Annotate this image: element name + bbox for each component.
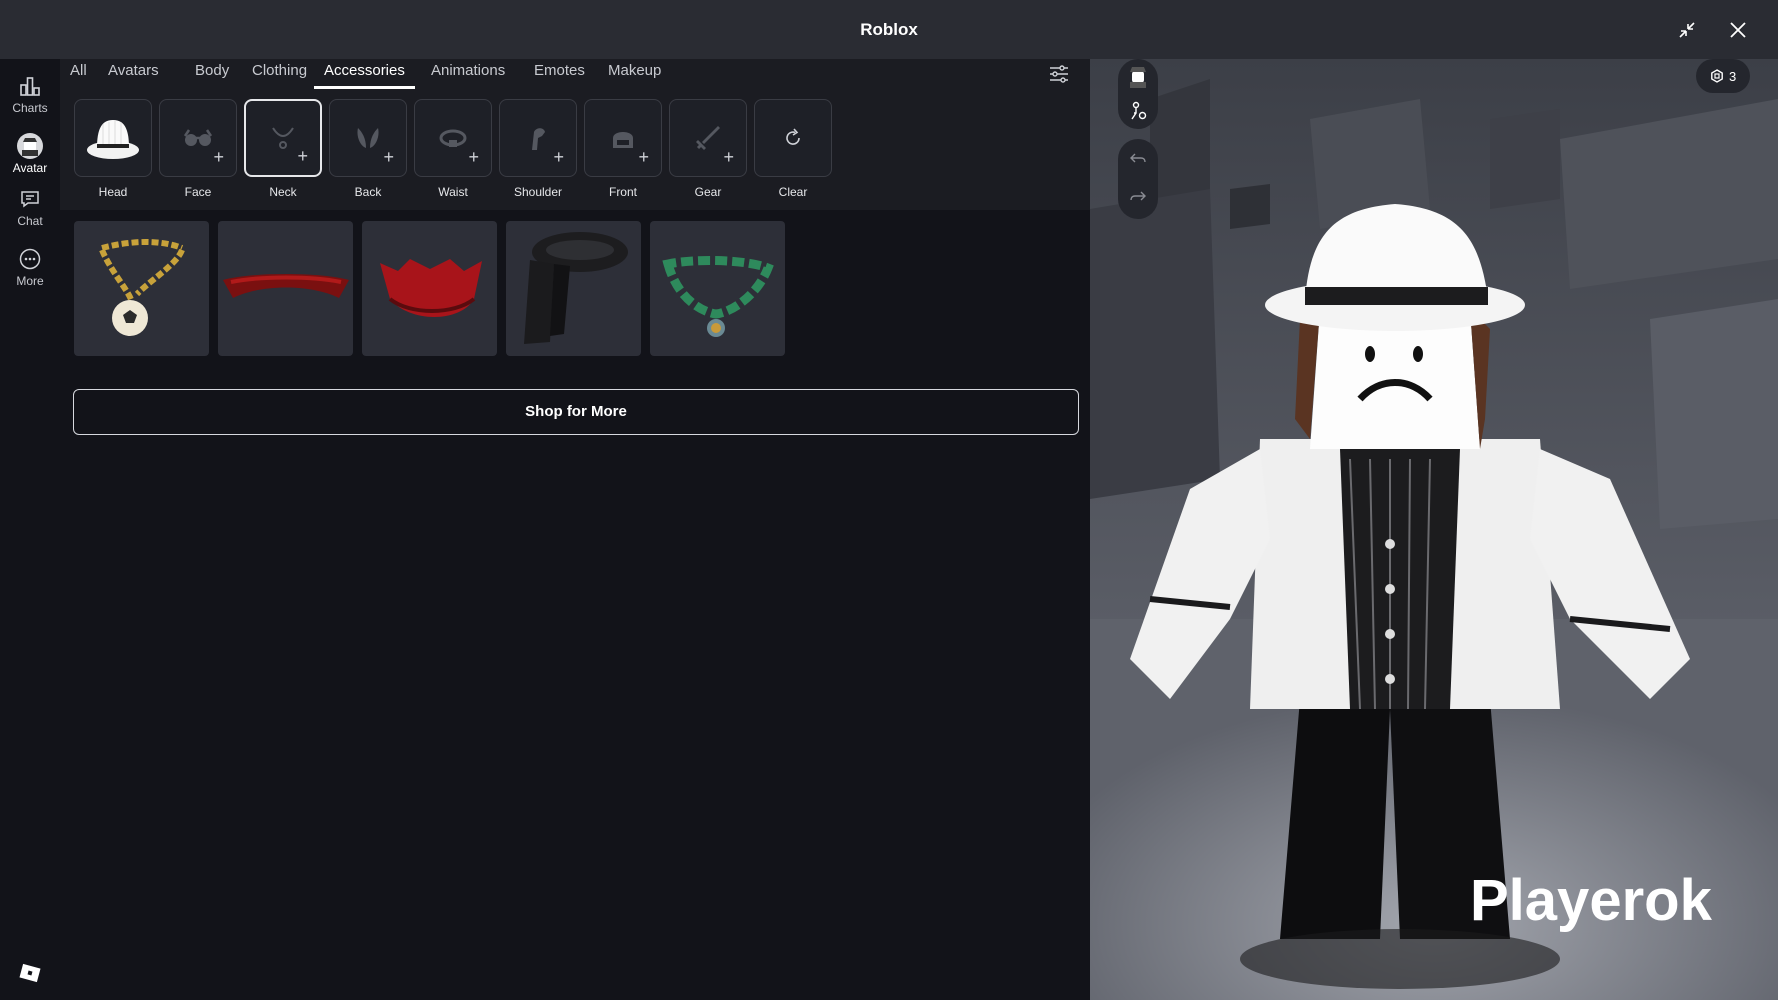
roblox-logo-icon[interactable] bbox=[19, 962, 41, 984]
left-rail: Charts Avatar Chat More bbox=[0, 59, 60, 1000]
item-green-bead-necklace[interactable] bbox=[650, 221, 785, 356]
red-spiked-collar-icon bbox=[379, 258, 482, 317]
slot-head[interactable]: Head bbox=[74, 99, 152, 199]
tab-clothing[interactable]: Clothing bbox=[242, 59, 317, 89]
slot-gear[interactable]: + Gear bbox=[669, 99, 747, 199]
slot-clear[interactable]: Clear bbox=[754, 99, 832, 199]
window-title: Roblox bbox=[860, 20, 918, 39]
robux-count: 3 bbox=[1729, 68, 1737, 84]
avatar-preview-button[interactable] bbox=[1124, 62, 1152, 90]
refresh-icon bbox=[786, 128, 800, 145]
tab-accessories[interactable]: Accessories bbox=[314, 59, 415, 89]
title-bar: Roblox bbox=[0, 0, 1778, 59]
robux-balance[interactable]: 3 bbox=[1696, 59, 1751, 93]
shop-for-more-button[interactable]: Shop for More bbox=[73, 389, 1079, 435]
accessory-slots: Head + Face + Neck + Back + Waist + Shou… bbox=[60, 89, 1090, 210]
slot-label: Clear bbox=[778, 185, 808, 199]
plus-icon: + bbox=[297, 146, 308, 166]
rail-item-chat[interactable]: Chat bbox=[0, 180, 60, 236]
rail-item-label: More bbox=[16, 274, 44, 288]
rail-item-label: Charts bbox=[12, 101, 48, 115]
redo-icon bbox=[1130, 191, 1146, 201]
undo-icon bbox=[1130, 153, 1146, 163]
slot-waist[interactable]: + Waist bbox=[414, 99, 492, 199]
slot-neck[interactable]: + Neck bbox=[244, 99, 322, 199]
plus-icon: + bbox=[468, 147, 479, 167]
slot-label: Front bbox=[608, 185, 637, 199]
item-black-scarf[interactable] bbox=[506, 221, 641, 356]
belt-icon bbox=[439, 129, 467, 147]
chat-icon bbox=[17, 186, 43, 212]
player-name: Playerok bbox=[1470, 868, 1712, 933]
plus-icon: + bbox=[553, 147, 564, 167]
bag-icon bbox=[613, 132, 633, 148]
plus-icon: + bbox=[383, 147, 394, 167]
editor-panel: All Avatars Body Clothing Accessories An… bbox=[60, 59, 1090, 1000]
plus-icon: + bbox=[723, 147, 734, 167]
tab-emotes[interactable]: Emotes bbox=[524, 59, 595, 89]
slot-shoulder[interactable]: + Shoulder bbox=[499, 99, 577, 199]
robux-icon bbox=[1711, 69, 1723, 83]
rail-item-label: Chat bbox=[17, 214, 43, 228]
tab-avatars[interactable]: Avatars bbox=[98, 59, 169, 89]
tab-animations[interactable]: Animations bbox=[421, 59, 515, 89]
avatar-viewport[interactable]: 3 Playerok bbox=[1090, 59, 1778, 1000]
more-icon bbox=[17, 246, 43, 272]
tab-body[interactable]: Body bbox=[185, 59, 239, 89]
glasses-icon bbox=[183, 129, 213, 146]
green-bead-necklace-icon bbox=[661, 255, 774, 337]
rail-item-charts[interactable]: Charts bbox=[0, 67, 60, 123]
slot-back[interactable]: + Back bbox=[329, 99, 407, 199]
person-gear-icon bbox=[1131, 101, 1147, 120]
slot-label: Back bbox=[354, 185, 382, 199]
wings-icon bbox=[357, 128, 379, 148]
sword-icon bbox=[696, 126, 720, 150]
slot-front[interactable]: + Front bbox=[584, 99, 662, 199]
tab-all[interactable]: All bbox=[60, 59, 97, 89]
red-collar-icon bbox=[222, 273, 349, 298]
avatar-scene bbox=[1090, 59, 1778, 1000]
close-button[interactable] bbox=[1722, 14, 1754, 46]
filter-button[interactable] bbox=[1045, 62, 1073, 86]
avatar-icon bbox=[17, 133, 43, 159]
close-icon bbox=[1730, 22, 1746, 38]
avatar-icon bbox=[1130, 67, 1146, 88]
parrot-icon bbox=[532, 128, 545, 150]
tab-makeup[interactable]: Makeup bbox=[598, 59, 671, 89]
plus-icon: + bbox=[213, 147, 224, 167]
rail-item-avatar[interactable]: Avatar bbox=[0, 127, 60, 183]
fedora-hat bbox=[87, 120, 139, 159]
slot-face[interactable]: + Face bbox=[159, 99, 237, 199]
rail-item-more[interactable]: More bbox=[0, 240, 60, 296]
slot-label: Gear bbox=[694, 185, 722, 199]
sliders-icon bbox=[1050, 65, 1068, 83]
slot-label: Waist bbox=[438, 185, 468, 199]
necklace-icon bbox=[272, 127, 294, 149]
avatar-settings-button[interactable] bbox=[1124, 97, 1152, 125]
gold-chain-necklace-icon bbox=[98, 238, 185, 336]
item-red-spiked-collar[interactable] bbox=[362, 221, 497, 356]
slot-label: Neck bbox=[269, 185, 297, 199]
slot-label: Head bbox=[98, 185, 128, 199]
collapse-icon bbox=[1679, 22, 1695, 38]
slot-label: Face bbox=[184, 185, 212, 199]
undo-button[interactable] bbox=[1124, 145, 1152, 173]
item-gold-chain-necklace[interactable] bbox=[74, 221, 209, 356]
black-scarf-icon bbox=[523, 231, 628, 344]
minimize-button[interactable] bbox=[1671, 14, 1703, 46]
charts-icon bbox=[17, 73, 43, 99]
slot-label: Shoulder bbox=[513, 185, 563, 199]
redo-button[interactable] bbox=[1124, 183, 1152, 211]
rail-item-label: Avatar bbox=[12, 161, 48, 175]
item-red-collar[interactable] bbox=[218, 221, 353, 356]
category-tabs: All Avatars Body Clothing Accessories An… bbox=[60, 59, 1090, 89]
plus-icon: + bbox=[638, 147, 649, 167]
